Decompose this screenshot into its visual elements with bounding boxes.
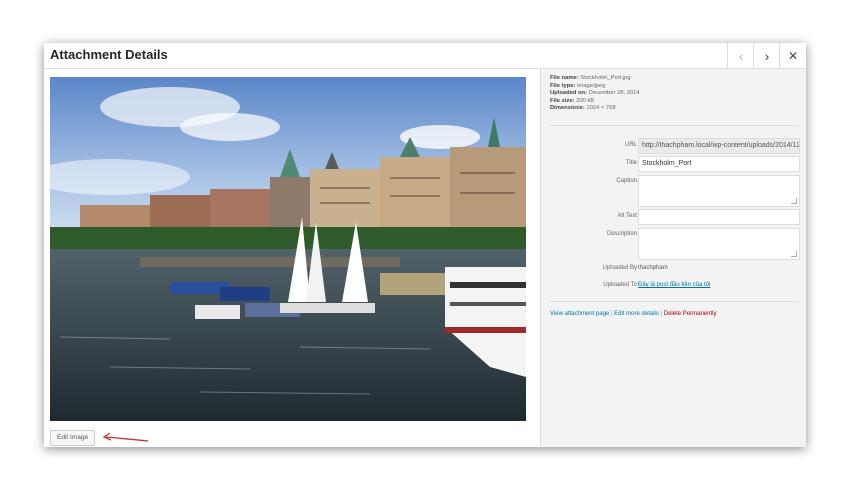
uploaded-by-value: thachpham [638,265,668,271]
divider [550,301,798,302]
file-info: File name: Stockholm_Port.jpg File type:… [550,75,640,113]
attachment-image [50,77,526,421]
file-type-row: File type: image/jpeg [550,82,606,89]
uploaded-to-label: Uploaded To [603,282,637,288]
divider [550,125,798,126]
delete-permanently-link[interactable]: Delete Permanently [664,311,717,317]
modal-header: Attachment Details ‹ › ✕ [44,43,806,69]
view-attachment-page-link[interactable]: View attachment page [550,311,609,317]
title-label: Title [625,160,637,166]
alt-text-field[interactable] [638,209,800,225]
attachment-details-modal: Attachment Details ‹ › ✕ Edit Image File… [44,43,806,447]
url-label: URL [624,142,637,148]
uploaded-on-row: Uploaded on: December 28, 2014 [550,90,640,97]
link-separator: | [610,311,613,317]
caption-field[interactable] [638,175,800,207]
chevron-left-icon: ‹ [738,47,744,64]
link-separator: | [660,311,663,317]
previous-button[interactable]: ‹ [727,43,754,68]
chevron-right-icon: › [764,47,770,64]
edit-more-details-link[interactable]: Edit more details [614,311,659,317]
uploaded-by-label: Uploaded By [602,265,637,271]
close-icon: ✕ [787,48,799,63]
alt-text-label: Alt Text [617,213,637,219]
url-field[interactable]: http://thachpham.local/wp-content/upload… [638,138,800,154]
file-size-row: File size: 200 kB [550,97,595,104]
caption-label: Caption [616,178,637,184]
attachment-links: View attachment page | Edit more details… [550,311,716,317]
close-button[interactable]: ✕ [779,43,806,68]
description-label: Description [606,231,637,237]
next-button[interactable]: › [753,43,780,68]
modal-title: Attachment Details [50,47,168,62]
uploaded-to-link[interactable]: Đây là post đầu tiên của tôi [638,282,710,288]
file-name-row: File name: Stockholm_Port.jpg [550,75,631,81]
details-sidebar: File name: Stockholm_Port.jpg File type:… [540,69,806,447]
edit-image-button[interactable]: Edit Image [50,430,96,446]
title-field[interactable]: Stockholm_Port [638,156,800,172]
image-panel: Edit Image [44,69,540,447]
description-field[interactable] [638,228,800,260]
dimensions-row: Dimensions: 1024 × 768 [550,105,616,112]
annotation-arrow-icon [102,432,149,442]
